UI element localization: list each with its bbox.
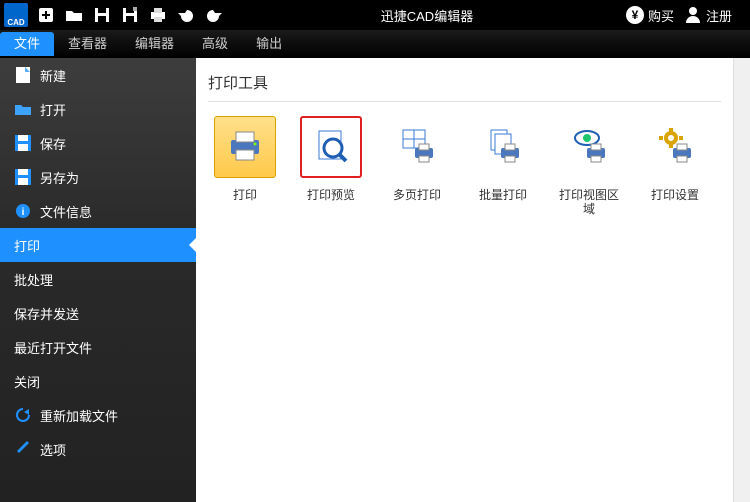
sidebar-item-recent[interactable]: 最近打开文件 (0, 330, 196, 364)
save-icon (14, 134, 32, 152)
tool-label: 打印 (233, 188, 257, 202)
tool-multi-page-print[interactable]: 多页打印 (380, 116, 454, 216)
panel-title: 打印工具 (208, 68, 721, 102)
tool-icon-wrapper (644, 116, 706, 178)
sidebar-item-print[interactable]: 打印 (0, 228, 196, 262)
titlebar: CAD 迅捷CAD编辑器 ¥ 购买 注册 (0, 0, 750, 30)
sidebar-item-label: 新建 (40, 66, 66, 85)
new-file-icon[interactable] (34, 3, 58, 27)
magnifier-page-icon (311, 126, 351, 169)
tool-icon-wrapper (386, 116, 448, 178)
open-folder-icon[interactable] (62, 3, 86, 27)
sidebar-item-batch[interactable]: 批处理 (0, 262, 196, 296)
tab-advanced[interactable]: 高级 (188, 32, 242, 56)
tool-label: 打印预览 (307, 188, 355, 202)
user-icon (684, 5, 702, 26)
info-icon: i (14, 202, 32, 220)
sidebar-item-reload[interactable]: 重新加载文件 (0, 398, 196, 432)
vertical-scrollbar[interactable] (733, 58, 750, 502)
tool-label: 多页打印 (393, 188, 441, 202)
register-button[interactable]: 注册 (684, 5, 732, 26)
sidebar-item-new[interactable]: 新建 (0, 58, 196, 92)
sidebar-item-open[interactable]: 打开 (0, 92, 196, 126)
currency-icon: ¥ (626, 6, 644, 24)
file-new-icon (14, 66, 32, 84)
tab-viewer[interactable]: 查看器 (54, 32, 121, 56)
wrench-icon (14, 440, 32, 458)
sidebar-item-label: 另存为 (40, 168, 79, 187)
tool-label: 打印视图区域 (559, 188, 619, 216)
gear-printer-icon (655, 126, 695, 169)
tool-icon-wrapper (558, 116, 620, 178)
undo-icon[interactable] (174, 3, 198, 27)
tool-label: 打印设置 (651, 188, 699, 202)
app-title: 迅捷CAD编辑器 (228, 6, 626, 25)
sidebar-item-options[interactable]: 选项 (0, 432, 196, 466)
sidebar-item-label: 批处理 (14, 270, 53, 289)
app-logo: CAD (4, 3, 28, 27)
save-as-icon (14, 168, 32, 186)
buy-button[interactable]: ¥ 购买 (626, 6, 674, 25)
tool-icon-wrapper (300, 116, 362, 178)
print-icon[interactable] (146, 3, 170, 27)
eye-printer-icon (569, 126, 609, 169)
sidebar-item-label: 文件信息 (40, 202, 92, 221)
sidebar-item-save-as[interactable]: 另存为 (0, 160, 196, 194)
sidebar-item-save-send[interactable]: 保存并发送 (0, 296, 196, 330)
sidebar-item-label: 打开 (40, 100, 66, 119)
printer-icon (225, 126, 265, 169)
svg-text:i: i (22, 207, 25, 218)
sidebar-item-label: 重新加载文件 (40, 406, 118, 425)
tool-icon-wrapper (214, 116, 276, 178)
tab-output[interactable]: 输出 (242, 32, 296, 56)
main-panel: 打印工具 打印 打印预览 (196, 58, 733, 502)
menubar: 文件 查看器 编辑器 高级 输出 (0, 30, 750, 58)
redo-icon[interactable] (202, 3, 226, 27)
tool-icon-wrapper (472, 116, 534, 178)
tab-file[interactable]: 文件 (0, 32, 54, 56)
tool-print-view-area[interactable]: 打印视图区域 (552, 116, 626, 216)
sidebar: 新建 打开 保存 另存为 i 文件信息 打印 (0, 58, 196, 502)
sidebar-item-file-info[interactable]: i 文件信息 (0, 194, 196, 228)
tool-print-settings[interactable]: 打印设置 (638, 116, 712, 216)
pages-printer-icon (397, 126, 437, 169)
tool-print[interactable]: 打印 (208, 116, 282, 216)
sidebar-item-label: 保存 (40, 134, 66, 153)
folder-open-icon (14, 100, 32, 118)
sidebar-item-label: 保存并发送 (14, 304, 79, 323)
save-icon[interactable] (90, 3, 114, 27)
refresh-icon (14, 406, 32, 424)
tab-editor[interactable]: 编辑器 (121, 32, 188, 56)
tool-print-preview[interactable]: 打印预览 (294, 116, 368, 216)
sidebar-item-label: 打印 (14, 236, 40, 255)
tool-row: 打印 打印预览 多页打印 (208, 116, 721, 216)
sidebar-item-close[interactable]: 关闭 (0, 364, 196, 398)
save-as-icon[interactable] (118, 3, 142, 27)
tool-batch-print[interactable]: 批量打印 (466, 116, 540, 216)
sidebar-item-label: 最近打开文件 (14, 338, 92, 357)
sidebar-item-save[interactable]: 保存 (0, 126, 196, 160)
sidebar-item-label: 关闭 (14, 372, 40, 391)
tool-label: 批量打印 (479, 188, 527, 202)
stack-printer-icon (483, 126, 523, 169)
sidebar-item-label: 选项 (40, 440, 66, 459)
